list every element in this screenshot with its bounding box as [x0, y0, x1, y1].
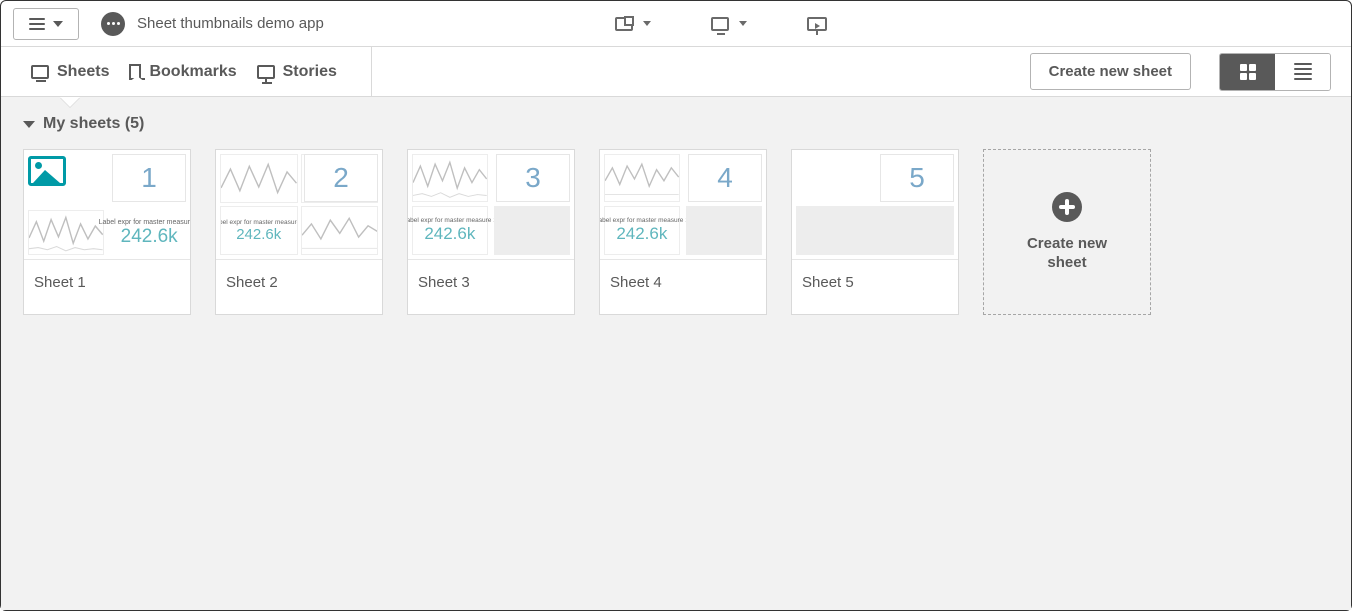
sheet-title: Sheet 1 — [24, 260, 190, 305]
kpi-label: Label expr for master measure 1 — [408, 217, 497, 224]
sheet-card[interactable]: 2 Label expr for master measure 1 242.6k… — [215, 149, 383, 315]
app-title: Sheet thumbnails demo app — [137, 15, 324, 32]
app-options-icon[interactable] — [101, 12, 125, 36]
grid-view-button[interactable] — [1220, 54, 1275, 90]
sub-toolbar: Sheets Bookmarks Stories Create new shee… — [1, 47, 1351, 97]
sheet-title: Sheet 3 — [408, 260, 574, 305]
sheet-number-badge: 3 — [496, 154, 570, 202]
sheet-thumbnail: 4 Label expr for master measure 1 242.6k — [600, 150, 766, 260]
tab-stories[interactable]: Stories — [247, 47, 347, 96]
sheet-thumbnail: 1 Label expr for master measure 1 242.6k — [24, 150, 190, 260]
kpi-value: 242.6k — [616, 224, 667, 244]
chevron-down-icon — [643, 21, 651, 26]
notes-dropdown[interactable] — [615, 17, 651, 31]
sheet-title: Sheet 2 — [216, 260, 382, 305]
collapse-icon — [23, 121, 35, 128]
tab-label: Bookmarks — [149, 63, 236, 81]
tab-sheets[interactable]: Sheets — [21, 47, 119, 96]
section-header-mysheets[interactable]: My sheets (5) — [23, 115, 1329, 133]
kpi-preview: Label expr for master measure 1 242.6k — [110, 210, 188, 257]
kpi-value: 242.6k — [236, 226, 281, 243]
presentation-icon — [807, 17, 827, 31]
sheet-thumbnail: 3 Label expr for master measure 1 242.6k — [408, 150, 574, 260]
sheet-card[interactable]: 3 Label expr for master measure 1 242.6k… — [407, 149, 575, 315]
stories-icon — [257, 65, 275, 79]
sheet-number-badge: 2 — [304, 154, 378, 202]
sheet-cards: 1 Label expr for master measure 1 242.6k… — [23, 149, 1329, 315]
list-icon — [1294, 63, 1312, 80]
monitor-icon — [711, 17, 729, 31]
kpi-value: 242.6k — [121, 226, 178, 248]
main-area: My sheets (5) 1 Label expr for master me… — [1, 97, 1351, 610]
list-view-button[interactable] — [1275, 54, 1330, 90]
create-sheet-label: Create new sheet — [1022, 234, 1112, 273]
sheet-number-badge: 4 — [688, 154, 762, 202]
sheets-icon — [31, 65, 49, 79]
sheet-number-badge: 5 — [880, 154, 954, 202]
create-sheet-tile[interactable]: Create new sheet — [983, 149, 1151, 315]
tab-label: Stories — [283, 63, 337, 81]
kpi-value: 242.6k — [424, 224, 475, 244]
kpi-label: Label expr for master measure 1 — [99, 219, 190, 226]
top-bar-center — [336, 17, 1107, 31]
sheet-view-dropdown[interactable] — [711, 17, 747, 31]
note-icon — [615, 17, 633, 31]
tab-label: Sheets — [57, 63, 109, 81]
top-bar: Sheet thumbnails demo app — [1, 1, 1351, 47]
asset-tabs: Sheets Bookmarks Stories — [21, 47, 372, 96]
hamburger-icon — [29, 18, 45, 30]
sheet-thumbnail: 2 Label expr for master measure 1 242.6k — [216, 150, 382, 260]
chevron-down-icon — [739, 21, 747, 26]
kpi-label: Label expr for master measure 1 — [600, 217, 689, 224]
sheet-title: Sheet 5 — [792, 260, 958, 305]
tab-bookmarks[interactable]: Bookmarks — [119, 47, 246, 96]
sheet-number-badge: 1 — [112, 154, 186, 202]
bookmark-icon — [129, 64, 141, 80]
sheet-title: Sheet 4 — [600, 260, 766, 305]
sheet-card[interactable]: 4 Label expr for master measure 1 242.6k… — [599, 149, 767, 315]
sheet-card[interactable]: 1 Label expr for master measure 1 242.6k… — [23, 149, 191, 315]
section-title: My sheets (5) — [43, 115, 144, 133]
view-toggle — [1219, 53, 1331, 91]
present-button[interactable] — [807, 17, 827, 31]
plus-circle-icon — [1052, 192, 1082, 222]
sheet-card[interactable]: 5 Sheet 5 — [791, 149, 959, 315]
create-new-sheet-button[interactable]: Create new sheet — [1030, 53, 1191, 90]
kpi-label: Label expr for master measure 1 — [220, 219, 298, 226]
menu-toggle[interactable] — [13, 8, 79, 40]
caret-down-icon — [53, 21, 63, 27]
sheet-thumbnail: 5 — [792, 150, 958, 260]
grid-icon — [1240, 64, 1256, 80]
image-placeholder-icon — [28, 156, 66, 186]
